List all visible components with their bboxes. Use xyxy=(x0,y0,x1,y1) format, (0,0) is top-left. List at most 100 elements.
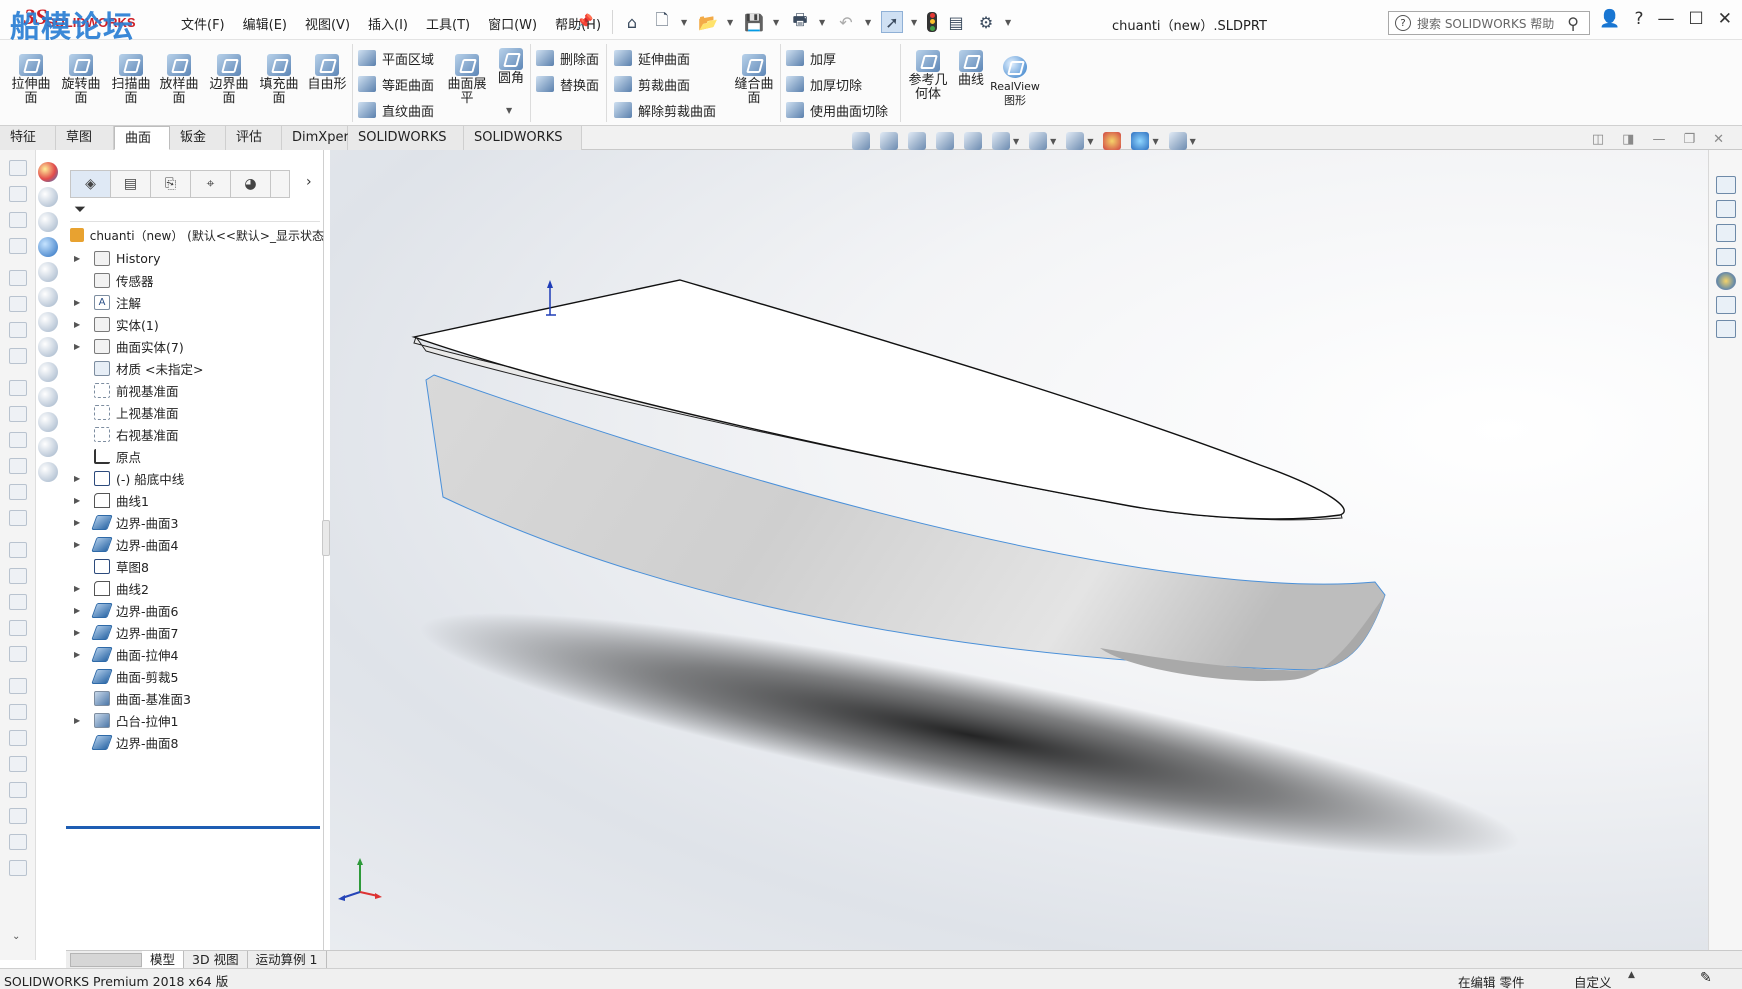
section-view-icon[interactable] xyxy=(936,132,954,150)
solidworks-resources-icon[interactable] xyxy=(1715,176,1736,194)
tree-root-part[interactable]: chuanti（new） (默认<<默认>_显示状态 xyxy=(70,225,324,245)
chevron-down-icon[interactable]: ▼ xyxy=(727,18,735,27)
tree-item[interactable]: ▶ 边界-曲面4 xyxy=(66,533,320,555)
tab-3d-views[interactable]: 3D 视图 xyxy=(184,951,248,968)
tree-item[interactable]: 草图8 xyxy=(66,555,320,577)
chevron-down-icon[interactable]: ▼ xyxy=(865,18,873,27)
tile-left-icon[interactable]: ◫ xyxy=(1592,132,1604,147)
chevron-down-icon[interactable]: ▼ xyxy=(506,106,512,115)
render-icon[interactable] xyxy=(38,462,58,482)
sketch-tool-icon[interactable] xyxy=(8,756,27,772)
dynamic-annotation-view-icon[interactable] xyxy=(964,132,982,150)
scene-icon[interactable] xyxy=(38,187,58,207)
expand-icon[interactable]: ▶ xyxy=(74,496,86,505)
filled-surface-button[interactable]: 填充曲面 xyxy=(256,54,302,106)
swept-surface-button[interactable]: 扫描曲面 xyxy=(108,54,154,106)
chevron-down-icon[interactable]: ▼ xyxy=(911,18,919,27)
fillet-button[interactable]: 圆角 xyxy=(490,48,532,86)
expand-icon[interactable]: ▶ xyxy=(74,606,86,615)
knit-surface-button[interactable]: 缝合曲面 xyxy=(732,54,776,106)
tab-dimxpert[interactable]: DimXpert xyxy=(282,126,354,150)
user-account-icon[interactable]: 👤 xyxy=(1599,9,1620,29)
thickened-cut-button[interactable]: 加厚切除 xyxy=(786,74,862,94)
sketch-tool-icon[interactable] xyxy=(8,270,27,286)
appearances-icon[interactable] xyxy=(1715,272,1736,290)
decal-icon[interactable] xyxy=(38,212,58,232)
reference-geometry-button[interactable]: 参考几何体 xyxy=(904,50,952,102)
expand-icon[interactable]: ▶ xyxy=(74,474,86,483)
pin-menu-icon[interactable]: 📌 xyxy=(576,14,593,30)
menu-insert[interactable]: 插入(I) xyxy=(359,14,417,33)
render-icon[interactable] xyxy=(38,387,58,407)
tab-motion-study-1[interactable]: 运动算例 1 xyxy=(248,951,327,968)
freeform-button[interactable]: 自由形 xyxy=(304,54,350,92)
options-gear-icon[interactable]: ⚙ xyxy=(975,11,997,33)
chevron-down-icon[interactable]: ▼ xyxy=(1005,18,1013,27)
more-tools-chevron-icon[interactable]: ⌄ xyxy=(12,931,20,942)
help-icon[interactable]: ? xyxy=(1634,9,1643,29)
tree-item[interactable]: ▶ (-) 船底中线 xyxy=(66,467,320,489)
sketch-tool-icon[interactable] xyxy=(8,646,27,662)
sketch-tool-icon[interactable] xyxy=(8,296,27,312)
tab-sheet-metal[interactable]: 钣金 xyxy=(170,126,226,150)
chevron-down-icon[interactable]: ▼ xyxy=(1013,137,1019,146)
tree-item[interactable]: 曲面-剪裁5 xyxy=(66,665,320,687)
sketch-tool-icon[interactable] xyxy=(8,432,27,448)
tree-item[interactable]: ▶ 曲线2 xyxy=(66,577,320,599)
custom-properties-icon[interactable] xyxy=(1715,296,1736,314)
tree-item[interactable]: ▶ 边界-曲面7 xyxy=(66,621,320,643)
expand-icon[interactable]: ▶ xyxy=(74,298,86,307)
tab-solidworks-mbd[interactable]: SOLIDWORKS MBD xyxy=(464,126,582,168)
expand-icon[interactable]: ▶ xyxy=(74,320,86,329)
chevron-right-icon[interactable]: › xyxy=(306,174,312,190)
view-orientation-icon[interactable] xyxy=(992,132,1010,150)
maximize-icon[interactable]: ☐ xyxy=(1689,9,1704,29)
help-search-input[interactable]: ? 搜索 SOLIDWORKS 帮助 ⚲ xyxy=(1388,11,1590,35)
menu-tools[interactable]: 工具(T) xyxy=(417,14,479,33)
sketch-tool-icon[interactable] xyxy=(8,160,27,176)
sketch-tool-icon[interactable] xyxy=(8,484,27,500)
property-manager-tab-icon[interactable]: ▤ xyxy=(111,171,151,197)
sketch-tool-icon[interactable] xyxy=(8,458,27,474)
cut-with-surface-button[interactable]: 使用曲面切除 xyxy=(786,100,888,120)
tab-sketch[interactable]: 草图 xyxy=(56,126,114,150)
tree-item[interactable]: ▶ 曲线1 xyxy=(66,489,320,511)
menu-view[interactable]: 视图(V) xyxy=(296,14,359,33)
curves-button[interactable]: 曲线 xyxy=(954,50,988,88)
tree-item[interactable]: 边界-曲面8 xyxy=(66,731,320,753)
sketch-tool-icon[interactable] xyxy=(8,860,27,876)
feature-tree-tab-icon[interactable]: ◈ xyxy=(71,171,111,197)
chevron-down-icon[interactable]: ▼ xyxy=(681,18,689,27)
view-settings-icon[interactable] xyxy=(1168,132,1187,150)
tree-item[interactable]: ▶ 边界-曲面6 xyxy=(66,599,320,621)
extend-surface-button[interactable]: 延伸曲面 xyxy=(614,48,690,68)
lofted-surface-button[interactable]: 放样曲面 xyxy=(156,54,202,106)
tile-right-icon[interactable]: ◨ xyxy=(1622,132,1634,147)
tree-item[interactable]: ▶ 曲面实体(7) xyxy=(66,335,320,357)
sketch-tool-icon[interactable] xyxy=(8,834,27,850)
expand-icon[interactable]: ▶ xyxy=(74,628,86,637)
sketch-tool-icon[interactable] xyxy=(8,730,27,746)
render-icon[interactable] xyxy=(38,412,58,432)
expand-icon[interactable]: ▶ xyxy=(74,716,86,725)
search-icon[interactable]: ⚲ xyxy=(1567,14,1579,33)
untrim-surface-button[interactable]: 解除剪裁曲面 xyxy=(614,100,716,120)
filter-icon[interactable]: ⏷ xyxy=(70,200,320,222)
render-icon[interactable] xyxy=(38,337,58,357)
appearance-icon[interactable] xyxy=(38,162,58,182)
zoom-to-area-icon[interactable] xyxy=(880,132,898,150)
sketch-tool-icon[interactable] xyxy=(8,380,27,396)
rollback-bar[interactable] xyxy=(66,826,320,829)
axis-icon[interactable] xyxy=(38,287,58,307)
file-properties-icon[interactable]: ▤ xyxy=(945,11,967,33)
tree-item[interactable]: ▶ 边界-曲面3 xyxy=(66,511,320,533)
sketch-tool-icon[interactable] xyxy=(8,594,27,610)
display-manager-tab-icon[interactable]: ◕ xyxy=(231,171,271,197)
sketch-tool-icon[interactable] xyxy=(8,510,27,526)
tree-item[interactable]: 曲面-基准面3 xyxy=(66,687,320,709)
tree-item[interactable]: ▶ A 注解 xyxy=(66,291,320,313)
tree-item[interactable]: 原点 xyxy=(66,445,320,467)
chevron-down-icon[interactable]: ▼ xyxy=(819,18,827,27)
menu-file[interactable]: 文件(F) xyxy=(172,14,234,33)
solidworks-forum-icon[interactable] xyxy=(1715,320,1736,338)
